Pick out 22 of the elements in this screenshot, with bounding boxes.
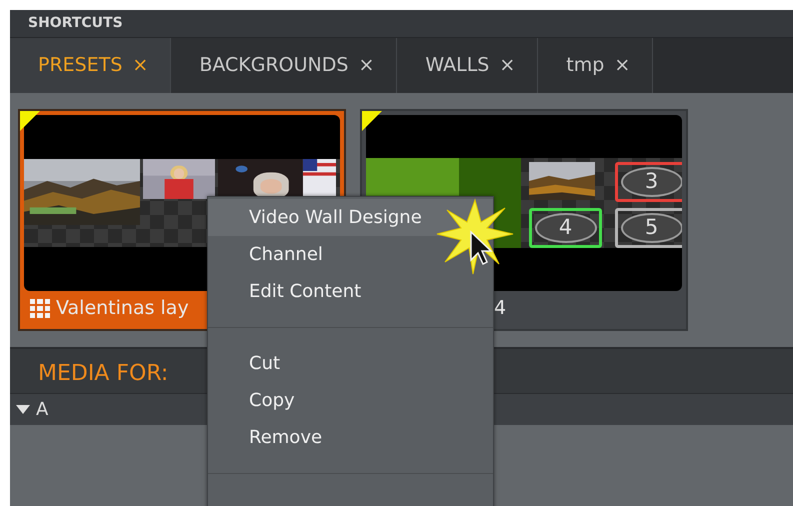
output-box[interactable]: 3	[615, 162, 682, 202]
tab[interactable]: WALLS ×	[397, 38, 538, 93]
output-box[interactable]: 5	[615, 208, 682, 248]
panel-title: SHORTCUTS	[10, 10, 793, 38]
output-box[interactable]: 4	[529, 208, 602, 248]
tab[interactable]: tmp ×	[538, 38, 654, 93]
preset-label: Valentinas lay	[56, 296, 189, 321]
group-label[interactable]: A	[36, 396, 48, 423]
close-icon[interactable]: ×	[499, 51, 516, 80]
corner-flag-icon	[362, 111, 382, 131]
tab[interactable]: BACKGROUNDS ×	[171, 38, 398, 93]
close-icon[interactable]: ×	[358, 51, 374, 80]
menu-item[interactable]: Remove	[208, 419, 493, 456]
grid-icon	[30, 298, 50, 318]
menu-item[interactable]: Video Wall Designe	[208, 199, 493, 236]
menu-item[interactable]: Cut	[208, 345, 493, 382]
close-icon[interactable]: ×	[614, 51, 630, 80]
tab[interactable]: PRESETS ×	[10, 38, 172, 93]
corner-flag-icon	[20, 111, 40, 131]
preset-label: 4	[494, 296, 506, 321]
close-icon[interactable]: ×	[132, 51, 148, 80]
expand-icon[interactable]	[16, 404, 30, 414]
